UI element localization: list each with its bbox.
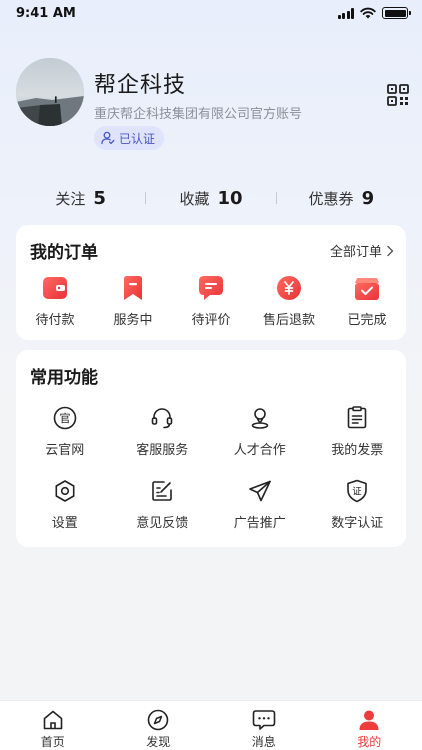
tab-label: 首页 [40, 735, 65, 749]
orders-card: 我的订单 全部订单 待付款 服务中 待评价 售后退款 已完成 [16, 225, 406, 340]
stat-favorites[interactable]: 收藏 10 [146, 188, 275, 209]
gear-icon [52, 478, 78, 504]
verified-badge-label: 已认证 [119, 131, 156, 146]
order-completed[interactable]: 已完成 [328, 275, 406, 328]
common-functions-title: 常用功能 [30, 368, 98, 388]
order-label: 已完成 [347, 313, 387, 328]
tab-label: 消息 [251, 735, 276, 749]
tool-settings[interactable]: 设置 [16, 478, 114, 531]
person-location-icon [247, 405, 273, 431]
tab-mine[interactable]: 我的 [317, 701, 422, 750]
invoice-icon [344, 405, 370, 431]
tool-my-invoice[interactable]: 我的发票 [309, 405, 407, 458]
paper-plane-icon [247, 478, 273, 504]
stat-value: 9 [361, 187, 375, 209]
svg-text:官: 官 [59, 411, 70, 425]
order-label: 待付款 [35, 313, 75, 328]
function-grid: 官 云官网 客服服务 人才合作 我的发票 设置 意见反馈 广告推广 证 数字认证 [16, 405, 406, 531]
tool-label: 设置 [51, 516, 78, 531]
tool-label: 我的发票 [331, 443, 384, 458]
common-functions-card: 常用功能 官 云官网 客服服务 人才合作 我的发票 设置 意见反馈 广告推广 证… [16, 350, 406, 547]
wifi-icon [360, 7, 376, 19]
tool-talent-cooperation[interactable]: 人才合作 [211, 405, 309, 458]
avatar[interactable] [16, 58, 84, 126]
signal-icon [337, 7, 354, 19]
all-orders-link[interactable]: 全部订单 [330, 241, 394, 260]
status-bar: 9:41 AM [0, 0, 422, 26]
tool-digital-certification[interactable]: 证 数字认证 [309, 478, 407, 531]
all-orders-label: 全部订单 [329, 245, 382, 260]
wallet-icon [42, 275, 68, 301]
order-status-row: 待付款 服务中 待评价 售后退款 已完成 [16, 275, 406, 328]
home-icon [41, 708, 65, 731]
orders-title: 我的订单 [30, 243, 98, 263]
yen-refund-icon [276, 275, 302, 301]
chevron-right-icon [387, 245, 394, 256]
stat-coupons[interactable]: 优惠券 9 [277, 188, 406, 209]
tab-label: 我的 [357, 735, 382, 749]
qr-code-icon [387, 84, 409, 106]
order-in-service[interactable]: 服务中 [94, 275, 172, 328]
order-refund[interactable]: 售后退款 [250, 275, 328, 328]
message-icon [252, 708, 276, 731]
battery-icon [382, 7, 411, 19]
stat-following[interactable]: 关注 5 [16, 188, 145, 209]
order-label: 待评价 [191, 313, 231, 328]
user-icon [357, 708, 381, 731]
status-icons [337, 7, 411, 19]
bookmark-icon [120, 275, 146, 301]
order-label: 售后退款 [262, 313, 315, 328]
qr-code-button[interactable] [387, 84, 409, 106]
verified-user-icon [101, 131, 115, 145]
tool-label: 数字认证 [331, 516, 384, 531]
tool-label: 客服服务 [136, 443, 189, 458]
compass-icon [146, 708, 170, 731]
tool-label: 人才合作 [233, 443, 286, 458]
tool-ad-promotion[interactable]: 广告推广 [211, 478, 309, 531]
profile-header: 帮企科技 重庆帮企科技集团有限公司官方账号 已认证 [16, 58, 409, 158]
profile-name: 帮企科技 [94, 73, 187, 98]
tab-discover[interactable]: 发现 [106, 701, 212, 750]
certificate-shield-icon: 证 [344, 478, 370, 504]
tool-label: 意见反馈 [136, 516, 189, 531]
stat-label: 收藏 [179, 189, 210, 208]
verified-badge: 已认证 [94, 126, 165, 150]
tab-messages[interactable]: 消息 [211, 701, 317, 750]
feedback-edit-icon [149, 478, 175, 504]
package-check-icon [354, 275, 380, 301]
status-time: 9:41 AM [16, 5, 76, 21]
tool-label: 云官网 [45, 443, 85, 458]
stats-row: 关注 5 收藏 10 优惠券 9 [16, 184, 406, 212]
svg-text:证: 证 [352, 487, 362, 498]
bottom-tab-bar: 首页 发现 消息 我的 [0, 700, 422, 750]
tab-label: 发现 [146, 735, 171, 749]
headset-icon [149, 405, 175, 431]
profile-subtitle: 重庆帮企科技集团有限公司官方账号 [94, 107, 303, 122]
tool-cloud-site[interactable]: 官 云官网 [16, 405, 114, 458]
stat-value: 5 [93, 187, 106, 209]
tool-customer-service[interactable]: 客服服务 [114, 405, 212, 458]
tool-label: 广告推广 [233, 516, 286, 531]
order-pending-payment[interactable]: 待付款 [16, 275, 94, 328]
stat-label: 优惠券 [308, 189, 354, 208]
comment-icon [198, 275, 224, 301]
stat-label: 关注 [55, 189, 86, 208]
order-label: 服务中 [113, 313, 153, 328]
tab-home[interactable]: 首页 [0, 701, 106, 750]
order-to-review[interactable]: 待评价 [172, 275, 250, 328]
official-site-icon: 官 [52, 405, 78, 431]
tool-feedback[interactable]: 意见反馈 [114, 478, 212, 531]
stat-value: 10 [217, 187, 243, 209]
